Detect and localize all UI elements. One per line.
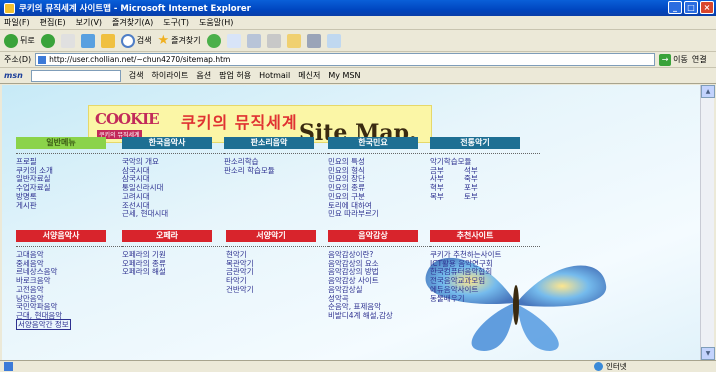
- list-item[interactable]: 오페라의 해설: [122, 268, 232, 277]
- section-recommend: 추천사이트 쿠키가 추천하는사이트 ICT활용 음악연구회 한국컴퓨터음악협회 …: [430, 230, 540, 303]
- divider: [122, 246, 232, 247]
- address-label: 주소(D): [4, 55, 32, 64]
- zone-label: 인터넷: [606, 362, 627, 371]
- section-general: 일반메뉴 프로필 쿠키의 소개 일반자료실 수업자료실 방명록 게시판: [16, 137, 126, 210]
- ie-icon: [4, 2, 15, 14]
- list-item[interactable]: 서양음악간 정보: [16, 318, 71, 330]
- list-item[interactable]: 건반악기: [226, 285, 336, 295]
- globe-icon: [594, 362, 603, 371]
- history-button[interactable]: [226, 33, 241, 48]
- menu-tools[interactable]: 도구(T): [163, 17, 189, 28]
- refresh-button[interactable]: [80, 33, 95, 48]
- msn-mymsn-button[interactable]: My MSN: [328, 71, 360, 80]
- section-instrument: 전통악기 악기학습모듈 금부 석부 사부 죽부 혁부 포부 목부 토부: [430, 137, 540, 202]
- divider: [16, 246, 126, 247]
- star-icon: ★: [157, 33, 170, 48]
- go-button[interactable]: → 이동: [659, 53, 688, 66]
- site-title: 쿠키의 뮤직세계: [181, 113, 298, 132]
- window-title: 쿠키의 뮤직세계 사이트맵 - Microsoft Internet Explo…: [19, 4, 251, 14]
- address-url: http://user.chollian.net/~chun4270/sitem…: [49, 55, 231, 64]
- edit-button[interactable]: [286, 33, 301, 48]
- mail-button[interactable]: [246, 33, 261, 48]
- list-item[interactable]: 토부: [464, 192, 484, 202]
- msn-popup-button[interactable]: 팝업 허용: [219, 70, 251, 81]
- section-head-recommend[interactable]: 추천사이트: [430, 230, 520, 242]
- list-item[interactable]: 민요 따라부르기: [328, 210, 438, 219]
- divider: [224, 153, 334, 154]
- window-controls: _ □ ×: [668, 1, 714, 14]
- page-icon: [38, 55, 47, 64]
- section-head-instrument[interactable]: 전통악기: [430, 137, 520, 149]
- section-head-opera[interactable]: 오페라: [122, 230, 212, 242]
- menu-view[interactable]: 보기(V): [76, 17, 102, 28]
- menu-help[interactable]: 도움말(H): [199, 17, 233, 28]
- section-head-western[interactable]: 서양음악사: [16, 230, 106, 242]
- address-bar: 주소(D) http://user.chollian.net/~chun4270…: [0, 52, 716, 68]
- msn-highlight-button[interactable]: 하이라이트: [152, 70, 189, 81]
- maximize-button[interactable]: □: [684, 1, 698, 14]
- section-korean-music: 한국음악사 국악의 개요 삼국시대 삼국시대 통일신라시대 고려시대 조선시대 …: [122, 137, 232, 219]
- brand-logo: COOKIE: [95, 110, 160, 128]
- divider: [16, 153, 126, 154]
- vertical-scrollbar[interactable]: ▲ ▼: [700, 85, 715, 360]
- section-pansori: 판소리음악 판소리학습 판소리 학습모듈: [224, 137, 334, 175]
- search-icon: [120, 33, 135, 48]
- divider: [430, 246, 540, 247]
- msn-hotmail-button[interactable]: Hotmail: [259, 71, 290, 80]
- back-button[interactable]: 뒤로: [4, 33, 35, 48]
- section-head-korean-music[interactable]: 한국음악사: [122, 137, 212, 149]
- links-button[interactable]: 연결: [692, 54, 707, 65]
- messenger-button[interactable]: [326, 33, 341, 48]
- link-board[interactable]: 게시판: [16, 201, 126, 211]
- divider: [122, 153, 232, 154]
- title-bar: 쿠키의 뮤직세계 사이트맵 - Microsoft Internet Explo…: [0, 0, 716, 16]
- section-head-general[interactable]: 일반메뉴: [16, 137, 106, 149]
- media-button[interactable]: [206, 33, 221, 48]
- section-opera: 오페라 오페라의 기원 오페라의 종류 오페라의 해설: [122, 230, 232, 277]
- favorites-button[interactable]: ★ 즐겨찾기: [157, 33, 200, 48]
- section-western: 서양음악사 고대음악 중세음악 르네상스음악 바로크음악 고전음악 낭만음악 국…: [16, 230, 126, 330]
- stop-button[interactable]: [60, 33, 75, 48]
- msn-messenger-button[interactable]: 메신저: [298, 70, 320, 81]
- section-head-appreciation[interactable]: 음악감상: [328, 230, 418, 242]
- msn-toolbar: msn 검색 하이라이트 옵션 팝업 허용 Hotmail 메신저 My MSN: [0, 68, 716, 84]
- forward-button[interactable]: [40, 33, 55, 48]
- close-button[interactable]: ×: [700, 1, 714, 14]
- discuss-button[interactable]: [306, 33, 321, 48]
- divider: [328, 153, 438, 154]
- divider: [226, 246, 336, 247]
- msn-search-box[interactable]: [30, 69, 121, 82]
- back-arrow-icon: [4, 33, 18, 48]
- section-head-minyo[interactable]: 한국민요: [328, 137, 418, 149]
- msn-options-button[interactable]: 옵션: [196, 70, 211, 81]
- print-button[interactable]: [266, 33, 281, 48]
- section-western-instrument: 서양악기 현악기 목관악기 금관악기 타악기 건반악기: [226, 230, 336, 295]
- section-head-pansori[interactable]: 판소리음악: [224, 137, 314, 149]
- status-bar: 인터넷: [0, 360, 716, 372]
- toolbar: 뒤로 검색 ★ 즐겨찾기: [0, 30, 716, 52]
- go-arrow-icon: →: [659, 53, 672, 66]
- scroll-down-button[interactable]: ▼: [701, 347, 715, 360]
- scroll-up-button[interactable]: ▲: [701, 85, 715, 98]
- section-head-western-instrument[interactable]: 서양악기: [226, 230, 316, 242]
- msn-logo[interactable]: msn: [4, 71, 23, 80]
- list-item[interactable]: 목부: [430, 192, 450, 202]
- list-item[interactable]: 근세, 현대시대: [122, 210, 232, 219]
- minimize-button[interactable]: _: [668, 1, 682, 14]
- security-zone: 인터넷: [594, 361, 627, 372]
- menu-edit[interactable]: 편집(E): [40, 17, 66, 28]
- address-field[interactable]: http://user.chollian.net/~chun4270/sitem…: [35, 53, 656, 66]
- menu-favorites[interactable]: 즐겨찾기(A): [112, 17, 153, 28]
- search-button[interactable]: 검색: [120, 33, 151, 48]
- menu-file[interactable]: 파일(F): [4, 17, 30, 28]
- list-item[interactable]: 동물배우기: [430, 294, 540, 304]
- msn-search-button[interactable]: 검색: [129, 70, 144, 81]
- section-minyo: 한국민요 민요의 특성 민요의 형식 민요의 장단 민요의 종류 민요의 구분 …: [328, 137, 438, 219]
- menu-bar: 파일(F) 편집(E) 보기(V) 즐겨찾기(A) 도구(T) 도움말(H): [0, 16, 716, 30]
- home-button[interactable]: [100, 33, 115, 48]
- divider: [430, 153, 540, 154]
- list-item[interactable]: 판소리 학습모듈: [224, 166, 334, 176]
- page-status-icon: [4, 362, 13, 371]
- page-content: COOKIE 쿠키의 뮤직세계 쿠키의 뮤직세계 Site Map. 일반메뉴 …: [2, 85, 700, 360]
